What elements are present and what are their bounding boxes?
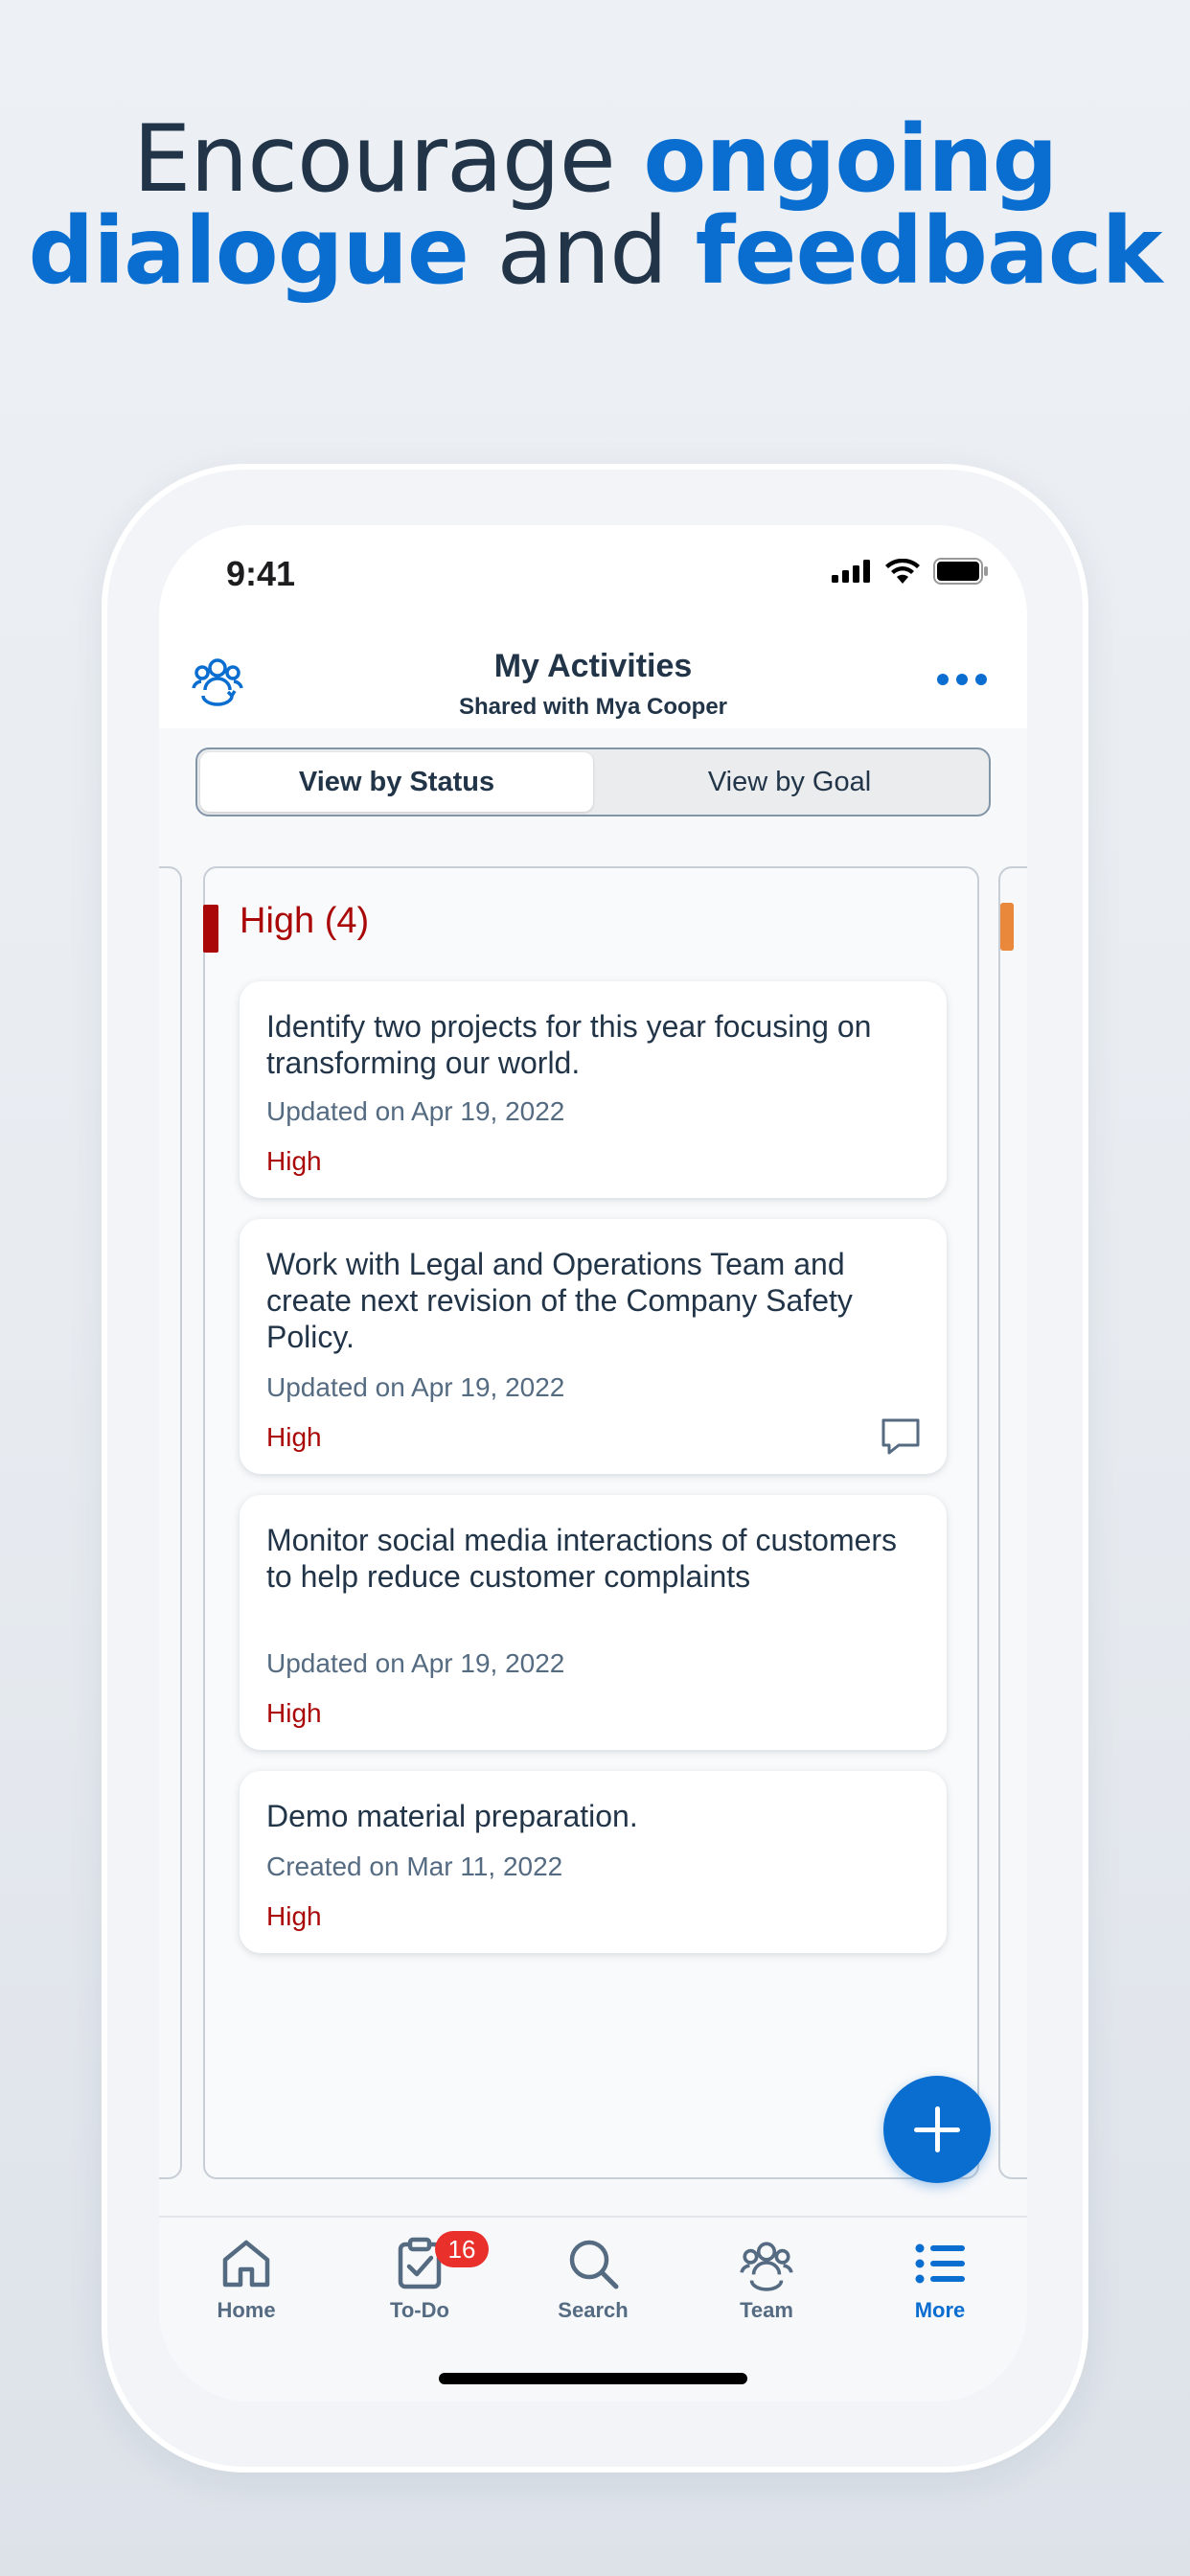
- team-icon: [740, 2242, 793, 2291]
- tab-label: Team: [740, 2298, 793, 2322]
- tab-more[interactable]: More: [873, 2235, 1007, 2323]
- status-bar: 9:41: [159, 525, 1027, 631]
- headline-highlight: dialogue: [28, 197, 469, 305]
- card-title: Demo material preparation.: [266, 1799, 638, 1833]
- headline-text: and: [468, 197, 696, 305]
- battery-icon: [933, 558, 988, 585]
- home-indicator: [439, 2373, 747, 2384]
- headline-line-1: Encourage ongoing: [0, 113, 1190, 205]
- headline-highlight: feedback: [695, 197, 1163, 305]
- card-date: Updated on Apr 19, 2022: [266, 1096, 565, 1126]
- more-icon[interactable]: [937, 665, 993, 694]
- activity-card[interactable]: Monitor social media interactions of cus…: [240, 1495, 947, 1750]
- card-status: High: [266, 1698, 322, 1728]
- column-accent-bar: [203, 905, 218, 953]
- next-column-accent: [1000, 903, 1014, 951]
- tab-label: Home: [217, 2298, 276, 2322]
- page-subtitle: Shared with Mya Cooper: [458, 694, 728, 720]
- status-column-high: High (4) Identify two projects for this …: [203, 866, 979, 2179]
- headline: Encourage ongoing dialogue and feedback: [0, 113, 1190, 297]
- card-date: Updated on Apr 19, 2022: [266, 1372, 565, 1402]
- headline-line-2: dialogue and feedback: [0, 205, 1190, 297]
- page-title: My Activities: [493, 648, 693, 684]
- previous-column-peek[interactable]: [159, 866, 182, 2179]
- card-status: High: [266, 1422, 322, 1452]
- card-title: Work with Legal and Operations Team and …: [266, 1247, 853, 1354]
- comment-icon[interactable]: [880, 1416, 922, 1457]
- phone-screen: 9:41 My Activities Shared with Mya Coope…: [159, 525, 1027, 2402]
- tab-search[interactable]: Search: [526, 2235, 660, 2323]
- tab-team[interactable]: Team: [699, 2235, 834, 2323]
- tab-label: Search: [558, 2298, 629, 2322]
- segment-view-by-status[interactable]: View by Status: [200, 752, 593, 812]
- view-segmented-control: View by Status View by Goal: [195, 748, 991, 816]
- tab-label: To-Do: [390, 2298, 449, 2322]
- status-icons: [832, 558, 989, 585]
- card-status: High: [266, 1901, 322, 1931]
- nav-bar: My Activities Shared with Mya Cooper: [159, 631, 1027, 728]
- tab-home[interactable]: Home: [179, 2235, 313, 2323]
- card-date: Updated on Apr 19, 2022: [266, 1648, 565, 1678]
- column-header: High (4): [240, 901, 370, 941]
- search-icon: [569, 2240, 619, 2289]
- status-time: 9:41: [226, 554, 296, 593]
- card-date: Created on Mar 11, 2022: [266, 1852, 563, 1881]
- todo-count-badge: 16: [435, 2231, 489, 2267]
- list-icon: [915, 2243, 965, 2284]
- next-column-peek[interactable]: [998, 866, 1027, 2179]
- activity-card[interactable]: Work with Legal and Operations Team and …: [240, 1219, 947, 1474]
- tab-todo[interactable]: 16 To-Do: [353, 2231, 489, 2323]
- tab-bar: Home 16 To-Do Search Team More: [159, 2216, 1027, 2402]
- home-icon: [222, 2240, 270, 2288]
- wifi-icon: [885, 559, 920, 584]
- card-title: Monitor social media interactions of cus…: [266, 1523, 898, 1594]
- tab-label: More: [914, 2298, 966, 2322]
- card-status: High: [266, 1146, 322, 1176]
- activity-card[interactable]: Demo material preparation. Created on Ma…: [240, 1771, 947, 1953]
- signal-icon: [832, 560, 870, 583]
- card-title: Identify two projects for this year focu…: [266, 1009, 872, 1080]
- add-activity-button[interactable]: [883, 2076, 991, 2183]
- activity-card[interactable]: Identify two projects for this year focu…: [240, 981, 947, 1198]
- segment-view-by-goal[interactable]: View by Goal: [593, 752, 986, 812]
